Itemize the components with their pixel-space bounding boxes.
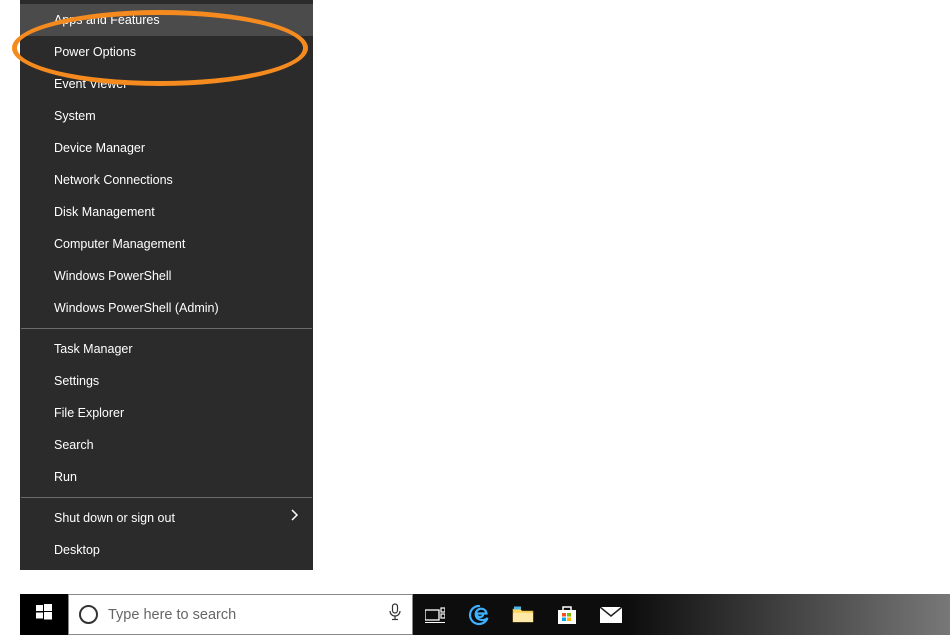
menu-item-label: Computer Management xyxy=(54,228,185,260)
menu-item-label: File Explorer xyxy=(54,397,124,429)
windows-logo-icon xyxy=(36,604,52,625)
menu-item-task-manager[interactable]: Task Manager xyxy=(20,333,313,365)
menu-item-desktop[interactable]: Desktop xyxy=(20,534,313,566)
menu-item-label: Network Connections xyxy=(54,164,173,196)
menu-item-system[interactable]: System xyxy=(20,100,313,132)
menu-item-label: Power Options xyxy=(54,36,136,68)
menu-item-windows-powershell[interactable]: Windows PowerShell xyxy=(20,260,313,292)
microphone-icon[interactable] xyxy=(388,603,402,626)
start-button[interactable] xyxy=(20,594,68,635)
menu-item-apps-and-features[interactable]: Apps and Features xyxy=(20,4,313,36)
taskbar-icon-area xyxy=(413,594,950,635)
microsoft-store-icon[interactable] xyxy=(555,603,579,627)
menu-item-run[interactable]: Run xyxy=(20,461,313,493)
chevron-right-icon xyxy=(291,502,299,534)
winx-context-menu: Apps and Features Power Options Event Vi… xyxy=(20,0,313,570)
menu-item-settings[interactable]: Settings xyxy=(20,365,313,397)
menu-item-power-options[interactable]: Power Options xyxy=(20,36,313,68)
menu-item-disk-management[interactable]: Disk Management xyxy=(20,196,313,228)
edge-browser-icon[interactable] xyxy=(467,603,491,627)
menu-item-windows-powershell-admin[interactable]: Windows PowerShell (Admin) xyxy=(20,292,313,324)
menu-separator xyxy=(21,497,312,498)
menu-item-computer-management[interactable]: Computer Management xyxy=(20,228,313,260)
menu-item-label: Windows PowerShell xyxy=(54,260,171,292)
taskbar-search-box[interactable]: Type here to search xyxy=(68,594,413,635)
menu-item-label: Settings xyxy=(54,365,99,397)
search-placeholder: Type here to search xyxy=(108,607,378,623)
menu-item-label: Disk Management xyxy=(54,196,155,228)
menu-separator xyxy=(21,328,312,329)
menu-item-label: System xyxy=(54,100,96,132)
mail-icon[interactable] xyxy=(599,603,623,627)
menu-item-network-connections[interactable]: Network Connections xyxy=(20,164,313,196)
menu-item-label: Search xyxy=(54,429,94,461)
menu-item-device-manager[interactable]: Device Manager xyxy=(20,132,313,164)
menu-item-label: Shut down or sign out xyxy=(54,502,175,534)
menu-item-label: Event Viewer xyxy=(54,68,127,100)
menu-item-label: Task Manager xyxy=(54,333,133,365)
menu-item-event-viewer[interactable]: Event Viewer xyxy=(20,68,313,100)
menu-item-label: Run xyxy=(54,461,77,493)
task-view-button[interactable] xyxy=(423,603,447,627)
menu-item-shutdown-signout[interactable]: Shut down or sign out xyxy=(20,502,313,534)
file-explorer-icon[interactable] xyxy=(511,603,535,627)
menu-item-label: Windows PowerShell (Admin) xyxy=(54,292,219,324)
menu-item-label: Desktop xyxy=(54,534,100,566)
menu-item-search[interactable]: Search xyxy=(20,429,313,461)
menu-item-label: Device Manager xyxy=(54,132,145,164)
cortana-circle-icon xyxy=(79,605,98,624)
taskbar: Type here to search xyxy=(20,594,950,635)
menu-item-label: Apps and Features xyxy=(54,4,160,36)
menu-item-file-explorer[interactable]: File Explorer xyxy=(20,397,313,429)
